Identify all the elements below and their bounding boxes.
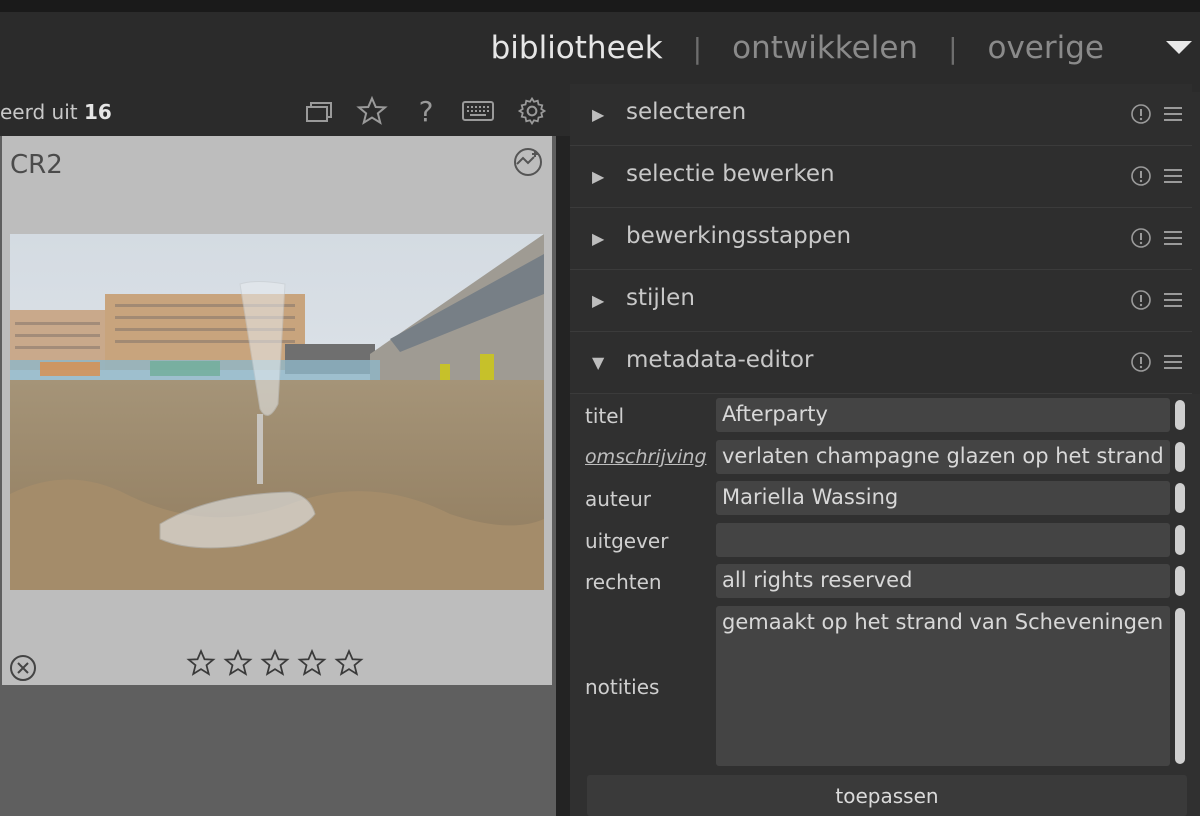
reset-icon[interactable] <box>1130 165 1152 191</box>
collapse-top-panel-icon[interactable] <box>1166 41 1192 54</box>
module-label: selecteren <box>626 99 747 125</box>
star-icon[interactable] <box>334 648 364 678</box>
reject-icon[interactable] <box>9 654 37 686</box>
count-total: 16 <box>83 100 112 124</box>
module-label: stijlen <box>626 285 695 311</box>
presets-menu-icon[interactable] <box>1162 103 1184 129</box>
star-icon[interactable] <box>260 648 290 678</box>
help-icon[interactable]: ? <box>408 94 444 128</box>
reset-icon[interactable] <box>1130 103 1152 129</box>
photo-preview[interactable] <box>10 234 544 590</box>
view-tab-ontwikkelen[interactable]: ontwikkelen <box>732 30 918 66</box>
publisher-field[interactable] <box>716 523 1170 557</box>
gear-icon[interactable] <box>514 94 550 128</box>
scrollbar[interactable] <box>1175 483 1185 513</box>
description-field[interactable]: verlaten champagne glazen op het strand <box>716 440 1170 474</box>
view-tab-bibliotheek[interactable]: bibliotheek <box>491 30 663 66</box>
star-icon[interactable] <box>354 94 390 128</box>
star-icon[interactable] <box>297 648 327 678</box>
altered-image-icon[interactable] <box>512 146 544 182</box>
collection-count: eerd uit 16 <box>0 100 112 124</box>
module-bewerkingsstappen[interactable]: ▶ bewerkingsstappen <box>570 208 1192 270</box>
expand-arrow-icon[interactable]: ▶ <box>592 291 604 310</box>
presets-menu-icon[interactable] <box>1162 289 1184 315</box>
apply-button[interactable]: toepassen <box>587 775 1187 816</box>
keyboard-icon[interactable] <box>460 94 496 128</box>
publisher-label: uitgever <box>585 529 669 553</box>
title-field[interactable]: Afterparty <box>716 398 1170 432</box>
presets-menu-icon[interactable] <box>1162 351 1184 377</box>
module-selectie-bewerken[interactable]: ▶ selectie bewerken <box>570 146 1192 208</box>
expand-arrow-icon[interactable]: ▶ <box>592 229 604 248</box>
file-extension: CR2 <box>10 150 63 180</box>
grouping-icon[interactable] <box>300 94 336 128</box>
expand-arrow-icon[interactable]: ▶ <box>592 105 604 124</box>
module-stijlen[interactable]: ▶ stijlen <box>570 270 1192 332</box>
title-label: titel <box>585 404 625 428</box>
view-separator: | <box>948 31 958 65</box>
reset-icon[interactable] <box>1130 351 1152 377</box>
header-bar: bibliotheek | ontwikkelen | overige <box>0 12 1200 92</box>
module-metadata-editor[interactable]: ▼ metadata-editor <box>570 332 1192 394</box>
notes-label: notities <box>585 675 660 699</box>
star-rating[interactable] <box>186 648 364 678</box>
rights-field[interactable]: all rights reserved <box>716 564 1170 598</box>
scrollbar[interactable] <box>1175 608 1185 764</box>
reset-icon[interactable] <box>1130 289 1152 315</box>
view-tab-overige[interactable]: overige <box>988 30 1105 66</box>
scrollbar[interactable] <box>1175 525 1185 555</box>
module-selecteren[interactable]: ▶ selecteren <box>570 84 1192 146</box>
creator-field[interactable]: Mariella Wassing <box>716 481 1170 515</box>
scrollbar[interactable] <box>1175 442 1185 472</box>
expand-arrow-icon[interactable]: ▶ <box>592 167 604 186</box>
description-label: omschrijving <box>585 446 707 468</box>
star-icon[interactable] <box>186 648 216 678</box>
view-switcher: bibliotheek | ontwikkelen | overige <box>491 30 1104 66</box>
collapse-arrow-icon[interactable]: ▼ <box>592 353 604 372</box>
module-label: bewerkingsstappen <box>626 223 852 249</box>
image-thumbnail[interactable]: CR2 <box>2 136 552 685</box>
view-separator: | <box>692 31 703 65</box>
lighttable-toolbar: eerd uit 16 ? <box>0 92 560 134</box>
creator-label: auteur <box>585 487 651 511</box>
window-top-strip <box>0 0 1200 12</box>
notes-field[interactable]: gemaakt op het strand van Scheveningen <box>716 606 1170 766</box>
reset-icon[interactable] <box>1130 227 1152 253</box>
presets-menu-icon[interactable] <box>1162 227 1184 253</box>
panel-divider <box>556 136 570 816</box>
module-label: metadata-editor <box>626 347 814 373</box>
rights-label: rechten <box>585 570 662 594</box>
module-label: selectie bewerken <box>626 161 835 187</box>
presets-menu-icon[interactable] <box>1162 165 1184 191</box>
scrollbar[interactable] <box>1175 400 1185 430</box>
star-icon[interactable] <box>223 648 253 678</box>
count-prefix: eerd uit <box>0 100 78 124</box>
scrollbar[interactable] <box>1175 566 1185 596</box>
